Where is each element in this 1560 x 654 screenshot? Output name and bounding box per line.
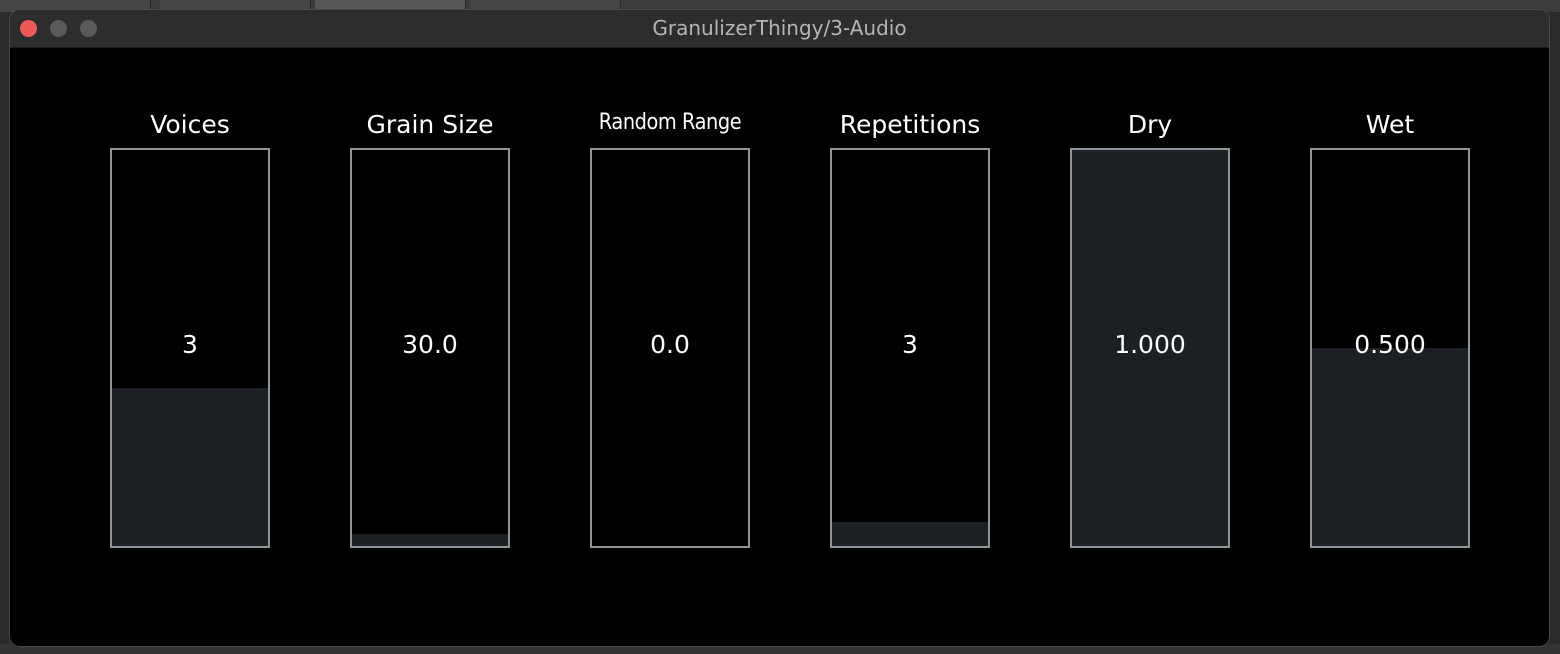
window-title: GranulizerThingy/3-Audio — [652, 16, 907, 40]
wet-slider-fill — [1312, 348, 1468, 546]
repetitions-label: Repetitions — [839, 110, 981, 139]
voices-slider-fill — [112, 387, 268, 546]
dry-slider[interactable]: 1.000 — [1070, 148, 1230, 548]
voices-label: Voices — [150, 110, 230, 139]
repetitions-slider-fill — [832, 522, 988, 546]
slider-panel: Voices 3 Grain Size 30.0 Random Range 0.… — [10, 48, 1549, 646]
grain-size-slider-fill — [352, 534, 508, 546]
random-range-label: Random Range — [598, 110, 742, 135]
repetitions-value: 3 — [902, 330, 918, 359]
voices-value: 3 — [182, 330, 198, 359]
random-range-value: 0.0 — [650, 330, 690, 359]
title-bar[interactable]: GranulizerThingy/3-Audio — [10, 10, 1549, 48]
wet-label: Wet — [1365, 110, 1415, 139]
grain-size-slider[interactable]: 30.0 — [350, 148, 510, 548]
repetitions-slider[interactable]: 3 — [830, 148, 990, 548]
wet-value: 0.500 — [1354, 330, 1426, 359]
grain-size-label: Grain Size — [366, 110, 494, 139]
dry-value: 1.000 — [1114, 330, 1186, 359]
plugin-window: GranulizerThingy/3-Audio Voices 3 Grain … — [10, 10, 1549, 646]
grain-size-value: 30.0 — [402, 330, 458, 359]
dry-label: Dry — [1127, 110, 1173, 139]
voices-slider[interactable]: 3 — [110, 148, 270, 548]
wet-slider[interactable]: 0.500 — [1310, 148, 1470, 548]
random-range-slider[interactable]: 0.0 — [590, 148, 750, 548]
